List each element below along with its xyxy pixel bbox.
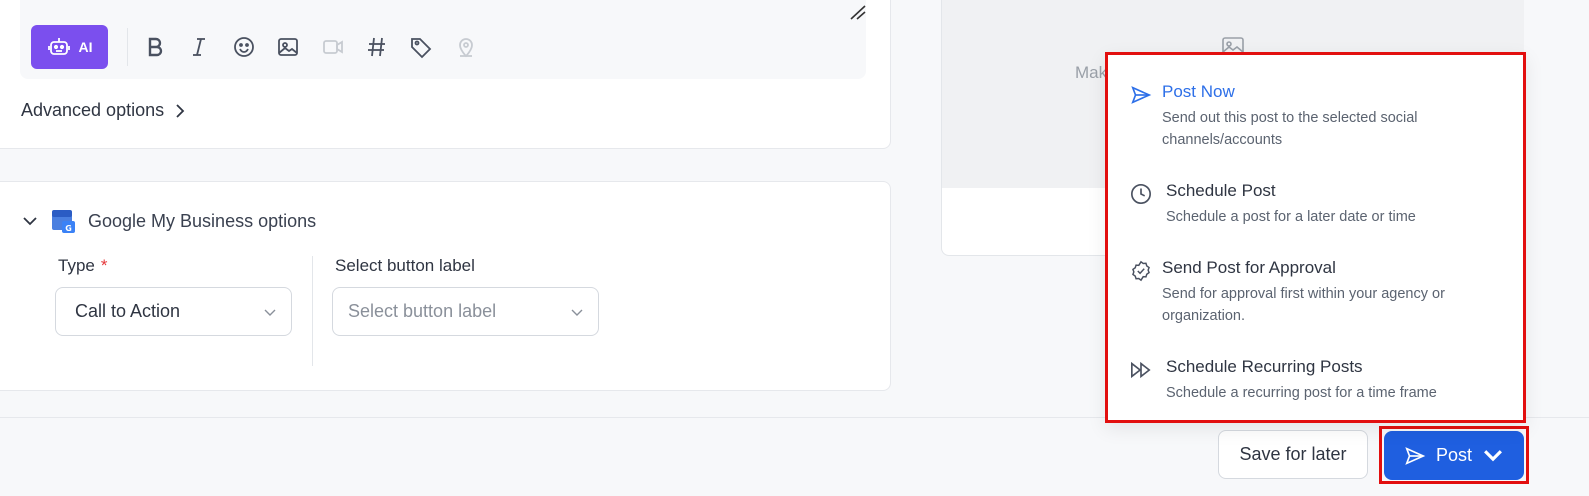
save-for-later-button[interactable]: Save for later bbox=[1218, 430, 1368, 479]
svg-text:G: G bbox=[65, 224, 72, 233]
hashtag-icon[interactable] bbox=[361, 31, 393, 63]
gmb-options-title: Google My Business options bbox=[88, 210, 317, 231]
chevron-right-icon bbox=[176, 103, 185, 118]
send-icon bbox=[1131, 86, 1152, 104]
video-icon[interactable] bbox=[317, 31, 349, 63]
image-icon[interactable] bbox=[272, 31, 304, 63]
fast-forward-icon bbox=[1131, 361, 1151, 379]
emoji-icon[interactable] bbox=[228, 31, 260, 63]
field-divider bbox=[312, 256, 313, 366]
menu-item-title: Schedule Post bbox=[1166, 181, 1276, 200]
button-label-placeholder: Select button label bbox=[348, 301, 497, 321]
badge-check-icon bbox=[1132, 260, 1150, 282]
preview-placeholder-text: Mak bbox=[1075, 63, 1108, 82]
bold-icon[interactable] bbox=[139, 31, 171, 63]
required-mark: * bbox=[100, 256, 108, 275]
menu-item-post-now[interactable]: Post Now Send out this post to the selec… bbox=[1130, 82, 1510, 148]
chevron-down-icon bbox=[264, 309, 276, 316]
toolbar-divider bbox=[127, 28, 128, 66]
italic-icon[interactable] bbox=[183, 31, 215, 63]
type-select[interactable]: Call to Action bbox=[55, 287, 292, 336]
gmb-options-header[interactable]: G Google My Business options bbox=[22, 208, 316, 234]
ai-button-label: AI bbox=[78, 39, 93, 55]
location-icon[interactable] bbox=[450, 31, 482, 63]
post-button[interactable]: Post bbox=[1384, 431, 1524, 480]
post-options-menu: Post Now Send out this post to the selec… bbox=[1105, 52, 1526, 423]
advanced-options-toggle[interactable]: Advanced options bbox=[21, 100, 186, 121]
resize-handle-icon[interactable] bbox=[849, 4, 867, 20]
button-label-label: Select button label bbox=[335, 256, 475, 275]
menu-item-desc: Send for approval first within your agen… bbox=[1162, 286, 1445, 324]
advanced-options-label: Advanced options bbox=[21, 100, 165, 120]
chevron-down-icon bbox=[1484, 449, 1502, 461]
chevron-down-icon bbox=[571, 309, 583, 316]
google-my-business-icon: G bbox=[52, 210, 75, 233]
clock-icon bbox=[1131, 184, 1151, 204]
menu-item-schedule-post[interactable]: Schedule Post Schedule a post for a late… bbox=[1130, 181, 1510, 227]
button-label-select[interactable]: Select button label bbox=[332, 287, 599, 336]
robot-icon bbox=[47, 38, 70, 55]
ai-assistant-button[interactable]: AI bbox=[31, 25, 108, 69]
menu-item-desc: Send out this post to the selected socia… bbox=[1162, 110, 1418, 148]
send-icon bbox=[1405, 446, 1426, 465]
type-label: Type * bbox=[58, 256, 108, 275]
chevron-down-icon bbox=[23, 217, 37, 226]
menu-item-title: Send Post for Approval bbox=[1162, 258, 1336, 277]
menu-item-title: Post Now bbox=[1162, 82, 1235, 101]
menu-item-desc: Schedule a recurring post for a time fra… bbox=[1166, 385, 1437, 401]
menu-item-schedule-recurring[interactable]: Schedule Recurring Posts Schedule a recu… bbox=[1130, 357, 1510, 403]
tag-icon[interactable] bbox=[405, 31, 437, 63]
menu-item-send-for-approval[interactable]: Send Post for Approval Send for approval… bbox=[1130, 258, 1510, 324]
type-select-value: Call to Action bbox=[75, 301, 181, 321]
menu-item-desc: Schedule a post for a later date or time bbox=[1166, 209, 1416, 225]
menu-item-title: Schedule Recurring Posts bbox=[1166, 357, 1363, 376]
post-button-label: Post bbox=[1435, 445, 1473, 465]
